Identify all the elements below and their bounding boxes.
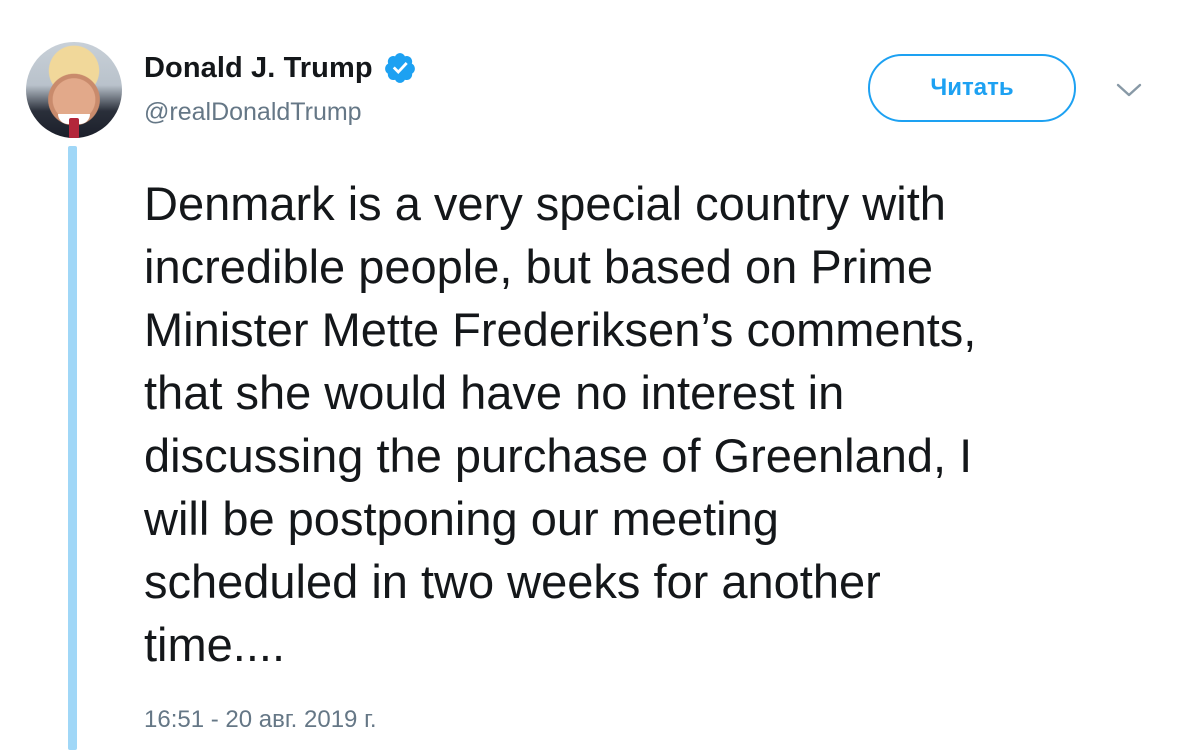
tweet-text: Denmark is a very special country with i… bbox=[144, 172, 1154, 676]
name-row: Donald J. Trump bbox=[144, 50, 417, 86]
tweet-header: Donald J. Trump @realDonaldTrump bbox=[144, 50, 417, 127]
tweet-line: Denmark is a very special country with bbox=[144, 177, 946, 230]
thread-line bbox=[68, 146, 77, 750]
tweet-line: scheduled in two weeks for another bbox=[144, 555, 881, 608]
tweet-line: time.... bbox=[144, 618, 286, 671]
user-handle[interactable]: @realDonaldTrump bbox=[144, 98, 417, 127]
avatar[interactable] bbox=[26, 42, 122, 138]
tweet-line: will be postponing our meeting bbox=[144, 492, 779, 545]
tweet-timestamp[interactable]: 16:51 - 20 авг. 2019 г. bbox=[144, 706, 377, 734]
verified-badge-icon bbox=[384, 53, 415, 83]
tweet-line: that she would have no interest in bbox=[144, 366, 845, 419]
avatar-tie bbox=[69, 118, 79, 138]
tweet-line: discussing the purchase of Greenland, I bbox=[144, 429, 973, 482]
tweet-line: incredible people, but based on Prime bbox=[144, 240, 934, 293]
chevron-down-icon[interactable] bbox=[1115, 80, 1143, 100]
tweet-line: Minister Mette Frederiksen’s comments, bbox=[144, 303, 977, 356]
display-name[interactable]: Donald J. Trump bbox=[144, 52, 373, 85]
follow-button[interactable]: Читать bbox=[868, 54, 1076, 122]
